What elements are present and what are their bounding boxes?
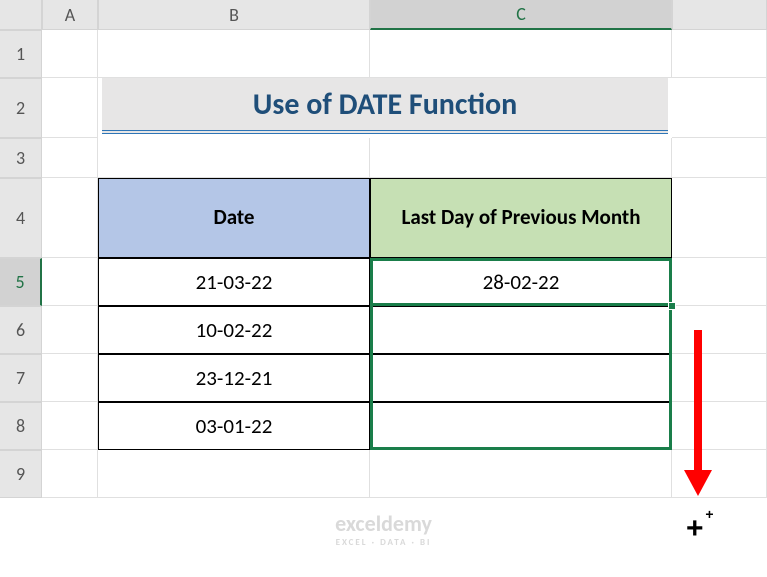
cell-a7[interactable] bbox=[42, 354, 98, 402]
fill-handle[interactable] bbox=[668, 302, 676, 310]
header-last-day[interactable]: Last Day of Previous Month bbox=[370, 178, 672, 258]
col-header-c[interactable]: C bbox=[370, 0, 672, 30]
data-table: Date Last Day of Previous Month 21-03-22… bbox=[98, 178, 672, 450]
cell-d5[interactable] bbox=[672, 258, 767, 306]
title-cell[interactable]: Use of DATE Function bbox=[102, 78, 668, 134]
watermark-line1: exceldemy bbox=[335, 510, 432, 537]
cell-last-3[interactable] bbox=[370, 402, 672, 450]
row-header-2[interactable]: 2 bbox=[0, 78, 42, 138]
cell-last-1[interactable] bbox=[370, 306, 672, 354]
col-header-b[interactable]: B bbox=[98, 0, 370, 30]
spreadsheet-grid: A B C 1 2 Use of DATE Function 3 4 Date … bbox=[0, 0, 767, 498]
cell-b9[interactable] bbox=[98, 450, 370, 498]
title-text: Use of DATE Function bbox=[253, 86, 517, 123]
cell-c3[interactable] bbox=[370, 138, 672, 178]
cell-d4[interactable] bbox=[672, 178, 767, 258]
col-header-blank[interactable] bbox=[672, 0, 767, 30]
row-header-9[interactable]: 9 bbox=[0, 450, 42, 498]
fill-cursor-icon: ++ bbox=[686, 520, 704, 538]
cell-b3[interactable] bbox=[98, 138, 370, 178]
select-all-corner[interactable] bbox=[0, 0, 42, 30]
cell-d1[interactable] bbox=[672, 30, 767, 78]
cell-date-0[interactable]: 21-03-22 bbox=[98, 258, 370, 306]
cell-a5[interactable] bbox=[42, 258, 98, 306]
row-header-7[interactable]: 7 bbox=[0, 354, 42, 402]
cell-a8[interactable] bbox=[42, 402, 98, 450]
cell-a3[interactable] bbox=[42, 138, 98, 178]
row-header-6[interactable]: 6 bbox=[0, 306, 42, 354]
cell-date-3[interactable]: 03-01-22 bbox=[98, 402, 370, 450]
row-header-8[interactable]: 8 bbox=[0, 402, 42, 450]
cell-d2[interactable] bbox=[672, 78, 767, 138]
cell-a6[interactable] bbox=[42, 306, 98, 354]
cell-last-0[interactable]: 28-02-22 bbox=[370, 258, 672, 306]
row-header-4[interactable]: 4 bbox=[0, 178, 42, 258]
cell-date-2[interactable]: 23-12-21 bbox=[98, 354, 370, 402]
col-header-a[interactable]: A bbox=[42, 0, 98, 30]
cell-a2[interactable] bbox=[42, 78, 98, 138]
row-header-5[interactable]: 5 bbox=[0, 258, 42, 306]
cell-d3[interactable] bbox=[672, 138, 767, 178]
cell-b1[interactable] bbox=[98, 30, 370, 78]
cell-last-2[interactable] bbox=[370, 354, 672, 402]
cell-c9[interactable] bbox=[370, 450, 672, 498]
cell-a4[interactable] bbox=[42, 178, 98, 258]
row-header-3[interactable]: 3 bbox=[0, 138, 42, 178]
cell-c1[interactable] bbox=[370, 30, 672, 78]
cell-a1[interactable] bbox=[42, 30, 98, 78]
cell-a9[interactable] bbox=[42, 450, 98, 498]
row-header-1[interactable]: 1 bbox=[0, 30, 42, 78]
annotation-arrow bbox=[684, 330, 712, 496]
watermark: exceldemy EXCEL · DATA · BI bbox=[335, 510, 432, 548]
header-date[interactable]: Date bbox=[98, 178, 370, 258]
cell-date-1[interactable]: 10-02-22 bbox=[98, 306, 370, 354]
watermark-line2: EXCEL · DATA · BI bbox=[335, 537, 432, 548]
